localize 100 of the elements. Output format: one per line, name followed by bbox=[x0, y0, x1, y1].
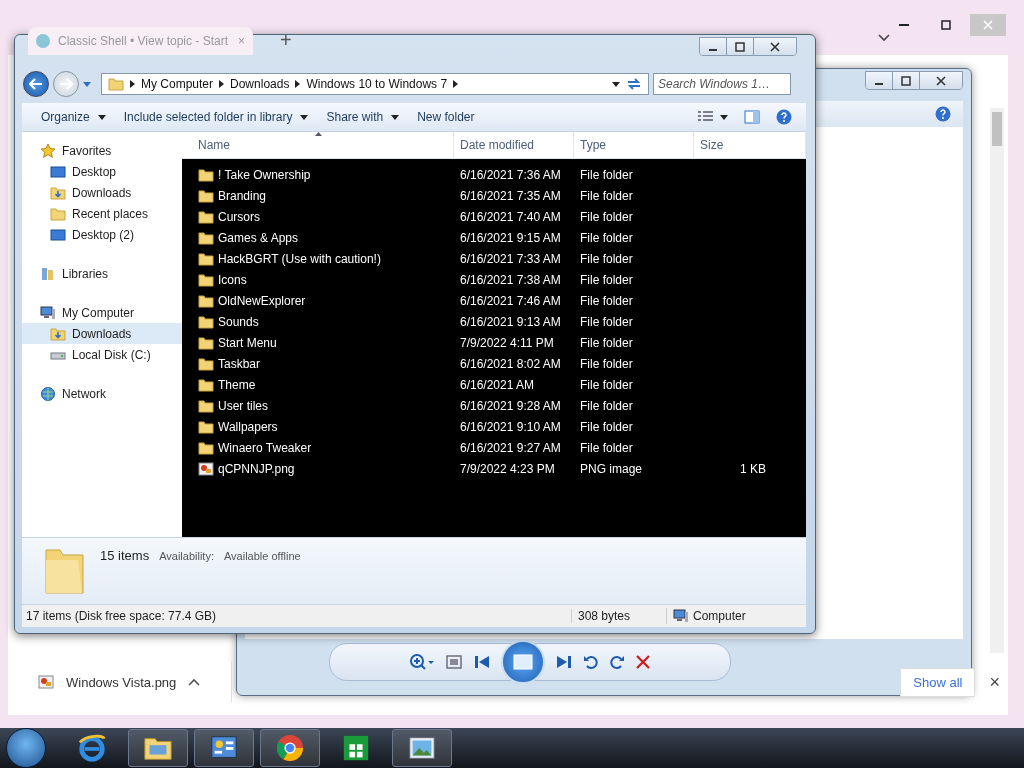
folder-icon bbox=[198, 439, 214, 456]
fit-window-icon[interactable] bbox=[445, 654, 463, 670]
maximize-button[interactable] bbox=[727, 38, 754, 55]
nav-item[interactable]: Libraries bbox=[22, 263, 182, 284]
breadcrumb-item[interactable]: Downloads bbox=[230, 77, 290, 91]
close-button[interactable] bbox=[754, 38, 796, 55]
nav-item[interactable]: Downloads bbox=[22, 182, 182, 203]
type-cell: File folder bbox=[580, 440, 633, 455]
file-name[interactable]: Cursors bbox=[218, 209, 260, 224]
globe-icon bbox=[40, 385, 56, 402]
arrow-left-icon bbox=[29, 78, 43, 90]
status-text: 17 items (Disk free space: 77.4 GB) bbox=[25, 609, 218, 623]
close-icon bbox=[936, 75, 946, 86]
type-cell: File folder bbox=[580, 167, 633, 182]
start-button[interactable] bbox=[6, 728, 46, 768]
toolbar-button[interactable]: New folder bbox=[408, 105, 484, 129]
nav-item[interactable]: My Computer bbox=[22, 302, 182, 323]
item-count: 15 items bbox=[100, 548, 150, 563]
chevron-icon[interactable] bbox=[878, 34, 890, 42]
file-name[interactable]: Games & Apps bbox=[218, 230, 299, 245]
folder-icon bbox=[198, 271, 214, 288]
size-cell: 1 KB bbox=[740, 461, 766, 476]
breadcrumb-item[interactable]: My Computer bbox=[141, 77, 214, 91]
file-name[interactable]: OldNewExplorer bbox=[218, 293, 306, 308]
toolbar-button[interactable]: Share with bbox=[317, 105, 409, 129]
toolbar-button[interactable]: Include selected folder in library bbox=[114, 105, 318, 129]
nav-item[interactable]: Network bbox=[22, 383, 182, 404]
minimize-icon bbox=[875, 82, 883, 85]
toolbar-button[interactable]: Organize bbox=[32, 105, 115, 129]
folder-icon bbox=[198, 292, 214, 309]
file-name[interactable]: Sounds bbox=[218, 314, 259, 329]
nav-item[interactable]: Local Disk (C:) bbox=[22, 344, 182, 365]
taskbar-button[interactable] bbox=[392, 729, 452, 767]
file-name[interactable]: Theme bbox=[218, 377, 256, 392]
chrome-icon bbox=[275, 733, 305, 763]
file-name[interactable]: Wallpapers bbox=[218, 419, 278, 434]
type-cell: File folder bbox=[580, 398, 633, 413]
new-tab-button[interactable]: + bbox=[280, 29, 292, 52]
file-name[interactable]: Start Menu bbox=[218, 335, 277, 350]
rotate-right-icon[interactable] bbox=[609, 654, 625, 670]
caret-icon[interactable] bbox=[83, 81, 91, 87]
chevron-icon bbox=[295, 80, 301, 88]
next-icon[interactable] bbox=[555, 655, 573, 669]
rotate-left-icon[interactable] bbox=[583, 654, 599, 670]
help-icon[interactable] bbox=[935, 106, 951, 122]
maximize-icon bbox=[735, 41, 745, 52]
folder-icon bbox=[198, 166, 214, 183]
previous-icon[interactable] bbox=[473, 655, 491, 669]
close-button[interactable] bbox=[920, 72, 962, 89]
folder-icon bbox=[108, 76, 124, 92]
help-icon[interactable] bbox=[776, 109, 792, 125]
column-header[interactable]: Size bbox=[694, 132, 806, 158]
caret-icon bbox=[97, 114, 106, 120]
zoom-icon[interactable] bbox=[409, 653, 435, 671]
taskbar-button[interactable] bbox=[194, 729, 254, 767]
search-field[interactable]: Search Windows 1… bbox=[653, 73, 791, 95]
nav-item[interactable]: Recent places bbox=[22, 203, 182, 224]
show-all-button[interactable]: Show all bbox=[900, 667, 976, 697]
file-name[interactable]: Branding bbox=[218, 188, 267, 203]
type-cell: File folder bbox=[580, 230, 633, 245]
file-name[interactable]: ! Take Ownership bbox=[218, 167, 311, 182]
breadcrumb-item[interactable]: Windows 10 to Windows 7 bbox=[306, 77, 448, 91]
file-name[interactable]: HackBGRT (Use with caution!) bbox=[218, 251, 381, 266]
delete-icon[interactable] bbox=[635, 654, 651, 670]
column-header[interactable]: Date modified bbox=[454, 132, 574, 158]
folder-icon bbox=[198, 355, 214, 372]
maximize-button[interactable] bbox=[893, 72, 920, 89]
taskbar-button[interactable] bbox=[128, 729, 188, 767]
caret-icon bbox=[391, 114, 400, 120]
taskbar-button[interactable] bbox=[260, 729, 320, 767]
minimize-button[interactable] bbox=[866, 72, 893, 89]
computer-icon bbox=[40, 304, 56, 321]
type-cell: File folder bbox=[580, 209, 633, 224]
scrollbar[interactable] bbox=[990, 108, 1004, 653]
file-name[interactable]: qCPNNJP.png bbox=[218, 461, 295, 476]
slideshow-button[interactable] bbox=[501, 640, 545, 684]
address-bar[interactable]: My Computer Downloads Windows 10 to Windows 7 bbox=[101, 73, 649, 95]
caret-icon bbox=[612, 81, 620, 87]
type-cell: File folder bbox=[580, 293, 633, 308]
desktop-icon bbox=[50, 226, 66, 243]
nav-item[interactable]: Favorites bbox=[22, 140, 182, 161]
nav-item[interactable]: Desktop bbox=[22, 161, 182, 182]
back-button[interactable] bbox=[23, 71, 49, 97]
column-header[interactable]: Name bbox=[182, 132, 454, 158]
date-cell: 6/16/2021 AM bbox=[460, 377, 535, 392]
file-name[interactable]: Taskbar bbox=[218, 356, 261, 371]
file-name[interactable]: Icons bbox=[218, 272, 247, 287]
refresh-icon[interactable] bbox=[626, 77, 642, 91]
nav-item[interactable]: Downloads bbox=[22, 323, 182, 344]
date-cell: 7/9/2022 4:11 PM bbox=[460, 335, 554, 350]
minimize-button[interactable] bbox=[700, 38, 727, 55]
file-name[interactable]: User tiles bbox=[218, 398, 268, 413]
close-icon bbox=[983, 20, 993, 30]
nav-item[interactable]: Desktop (2) bbox=[22, 224, 182, 245]
view-options-icon[interactable] bbox=[698, 111, 728, 123]
column-header[interactable]: Type bbox=[574, 132, 694, 158]
file-name[interactable]: Winaero Tweaker bbox=[218, 440, 312, 455]
type-cell: File folder bbox=[580, 314, 633, 329]
close-button[interactable]: × bbox=[989, 671, 1000, 693]
chevron-icon bbox=[130, 80, 135, 88]
